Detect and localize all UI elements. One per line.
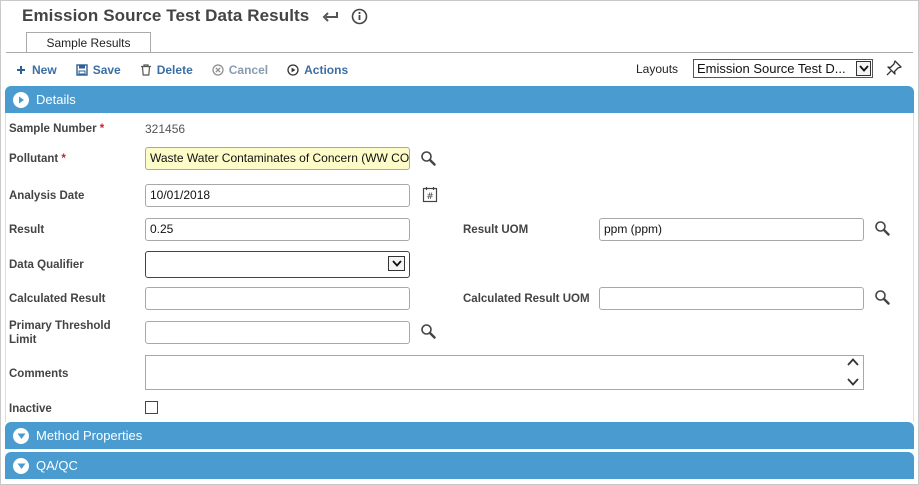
- calculated-result-label: Calculated Result: [9, 293, 106, 305]
- sample-number-label-text: Sample Number: [9, 123, 97, 135]
- pollutant-label: Pollutant *: [9, 152, 66, 166]
- back-arrow-icon[interactable]: [321, 6, 341, 26]
- primary-threshold-limit-input[interactable]: [145, 321, 410, 344]
- svg-text:#: #: [426, 192, 434, 202]
- expand-down-icon: [13, 427, 29, 444]
- tab-sample-results[interactable]: Sample Results: [26, 32, 151, 53]
- layouts-label: Layouts: [636, 62, 679, 76]
- actions-button-label: Actions: [304, 63, 349, 77]
- pollutant-label-text: Pollutant: [9, 153, 59, 165]
- section-details-header[interactable]: Details: [5, 86, 914, 113]
- analysis-date-label: Analysis Date: [9, 190, 85, 202]
- primary-threshold-limit-label-line2: Limit: [9, 334, 37, 346]
- textarea-scroll-arrows[interactable]: [846, 358, 860, 386]
- data-qualifier-select[interactable]: [145, 251, 410, 278]
- page-title: Emission Source Test Data Results: [22, 6, 310, 25]
- result-label: Result: [9, 224, 45, 236]
- search-icon[interactable]: [419, 149, 437, 167]
- data-qualifier-label: Data Qualifier: [9, 259, 84, 271]
- search-icon[interactable]: [873, 288, 891, 306]
- primary-threshold-limit-label: Primary Threshold Limit: [9, 319, 111, 347]
- analysis-date-input[interactable]: 10/01/2018: [145, 184, 410, 207]
- inactive-checkbox[interactable]: [145, 401, 158, 414]
- chevron-down-icon: [856, 61, 871, 76]
- sample-number-value: 321456: [145, 122, 186, 136]
- expand-down-icon: [13, 457, 29, 474]
- required-marker: *: [99, 123, 105, 135]
- save-button[interactable]: Save: [75, 63, 121, 77]
- search-icon[interactable]: [419, 322, 437, 340]
- pollutant-input[interactable]: Waste Water Contaminates of Concern (WW …: [145, 147, 410, 170]
- required-marker: *: [61, 153, 66, 165]
- section-details-title: Details: [36, 92, 76, 107]
- chevron-down-icon: [847, 378, 859, 386]
- save-button-label: Save: [92, 63, 121, 77]
- plus-icon: [14, 63, 28, 77]
- section-qaqc-header[interactable]: QA/QC: [5, 452, 914, 479]
- section-method-properties-title: Method Properties: [36, 428, 143, 443]
- new-button[interactable]: New: [14, 63, 57, 77]
- delete-button[interactable]: Delete: [139, 63, 193, 77]
- trash-icon: [139, 63, 153, 77]
- comments-textarea[interactable]: [145, 355, 864, 390]
- result-input[interactable]: 0.25: [145, 218, 410, 241]
- new-button-label: New: [32, 63, 57, 77]
- cancel-icon: [211, 63, 225, 77]
- tab-underline: [6, 52, 913, 53]
- comments-label: Comments: [9, 368, 69, 380]
- sample-number-label: Sample Number *: [9, 122, 104, 136]
- save-icon: [75, 63, 89, 77]
- toolbar: New Save Delete Cancel Actions: [14, 62, 366, 78]
- cancel-button[interactable]: Cancel: [211, 63, 268, 77]
- result-uom-input[interactable]: ppm (ppm): [599, 218, 864, 241]
- search-icon[interactable]: [873, 219, 891, 237]
- section-method-properties-header[interactable]: Method Properties: [5, 422, 914, 449]
- layouts-select-value: Emission Source Test D...: [697, 61, 846, 76]
- calculated-result-uom-label: Calculated Result UOM: [463, 293, 590, 305]
- calculated-result-uom-input[interactable]: [599, 287, 864, 310]
- info-icon[interactable]: [349, 6, 369, 26]
- cancel-button-label: Cancel: [228, 63, 269, 77]
- primary-threshold-limit-label-line1: Primary Threshold: [9, 320, 111, 332]
- expand-right-icon: [13, 91, 29, 108]
- delete-button-label: Delete: [156, 63, 193, 77]
- inactive-label: Inactive: [9, 403, 52, 415]
- section-qaqc-title: QA/QC: [36, 458, 78, 473]
- chevron-up-icon: [847, 358, 859, 366]
- play-circle-icon: [286, 63, 300, 77]
- title-row: Emission Source Test Data Results: [22, 5, 369, 27]
- calendar-icon[interactable]: #: [421, 185, 439, 203]
- chevron-down-icon: [388, 256, 405, 271]
- result-uom-label: Result UOM: [463, 224, 529, 236]
- calculated-result-input[interactable]: [145, 287, 410, 310]
- layouts-select[interactable]: Emission Source Test D...: [693, 59, 873, 78]
- actions-button[interactable]: Actions: [286, 63, 348, 77]
- pin-icon[interactable]: [885, 59, 903, 77]
